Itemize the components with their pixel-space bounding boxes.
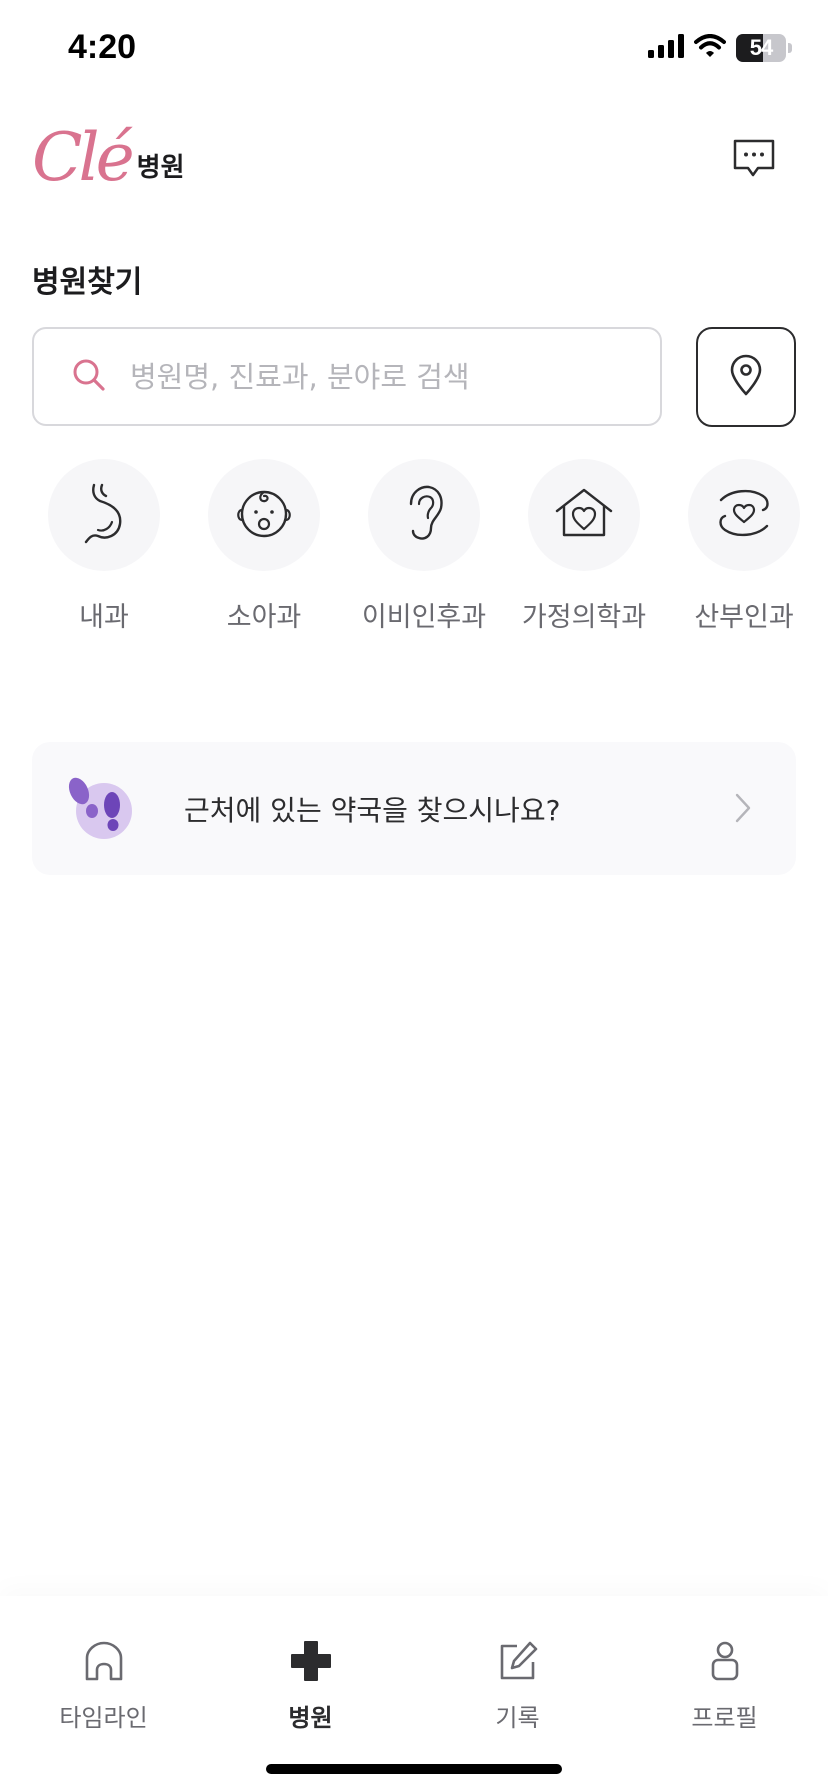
category-ent[interactable]: 이비인후과: [344, 459, 504, 634]
category-icon-circle: [208, 459, 320, 571]
category-family-medicine[interactable]: 가정의학과: [504, 459, 664, 634]
battery-tip: [788, 43, 792, 53]
logo-wordmark: Clé: [32, 119, 135, 196]
hospital-search-screen: 4:20 54 Clé 병원 병원찾기 병원명, 진료과, 분야로 검색 내과 …: [0, 0, 828, 1792]
map-pin-icon: [729, 354, 763, 400]
pharmacy-banner-text: 근처에 있는 약국을 찾으시나요?: [184, 793, 561, 827]
profile-icon: [704, 1638, 746, 1684]
category-icon-circle: [48, 459, 160, 571]
baby-icon: [234, 486, 294, 544]
battery-label: 54: [749, 35, 774, 60]
hands-heart-icon: [715, 486, 773, 544]
search-input[interactable]: [130, 359, 630, 394]
category-pediatrics[interactable]: 소아과: [184, 459, 344, 634]
category-internal-medicine[interactable]: 내과: [24, 459, 184, 634]
chat-bubble-icon: [732, 138, 776, 184]
tab-label: 타임라인: [59, 1704, 148, 1732]
tab-records[interactable]: 기록: [414, 1596, 621, 1736]
category-label: 내과: [79, 602, 129, 633]
chat-button[interactable]: [730, 138, 778, 184]
status-icons: 54: [648, 34, 792, 62]
house-heart-icon: [553, 487, 615, 543]
category-label: 소아과: [226, 602, 302, 633]
status-time: 4:20: [68, 28, 137, 66]
category-label: 이비인후과: [361, 602, 487, 633]
bottom-tab-bar: 타임라인 병원 기록 프로필: [0, 1596, 828, 1792]
footprints-icon: [64, 773, 164, 845]
search-box[interactable]: [32, 327, 662, 426]
category-label: 가정의학과: [521, 602, 647, 633]
home-icon: [83, 1638, 125, 1684]
tab-label: 병원: [288, 1704, 333, 1732]
location-button[interactable]: [696, 327, 796, 427]
category-icon-circle: [368, 459, 480, 571]
tab-timeline[interactable]: 타임라인: [0, 1596, 207, 1736]
wifi-icon: [694, 34, 726, 62]
department-categories: 내과 소아과 이비인후과 가정의학과 산부인과: [0, 459, 828, 639]
pharmacy-finder-banner[interactable]: 근처에 있는 약국을 찾으시나요?: [32, 742, 796, 875]
category-obgyn[interactable]: 산부인과: [664, 459, 824, 634]
status-bar: 4:20 54: [0, 0, 828, 100]
search-icon: [72, 358, 106, 396]
tab-profile[interactable]: 프로필: [621, 1596, 828, 1736]
page-title: 병원찾기: [32, 265, 143, 300]
edit-note-icon: [497, 1638, 539, 1684]
tab-hospital[interactable]: 병원: [207, 1596, 414, 1736]
logo-suffix: 병원: [136, 153, 185, 183]
app-logo: Clé 병원: [32, 119, 185, 196]
category-icon-circle: [528, 459, 640, 571]
ear-icon: [403, 484, 445, 546]
tab-label: 기록: [495, 1704, 540, 1732]
tab-label: 프로필: [691, 1704, 758, 1732]
category-label: 산부인과: [694, 602, 794, 633]
home-indicator[interactable]: [266, 1764, 562, 1774]
stomach-icon: [80, 482, 128, 548]
medical-cross-icon: [290, 1638, 332, 1684]
chevron-right-icon: [734, 792, 752, 828]
battery-icon: 54: [736, 34, 786, 62]
category-icon-circle: [688, 459, 800, 571]
cellular-signal-icon: [648, 34, 684, 62]
